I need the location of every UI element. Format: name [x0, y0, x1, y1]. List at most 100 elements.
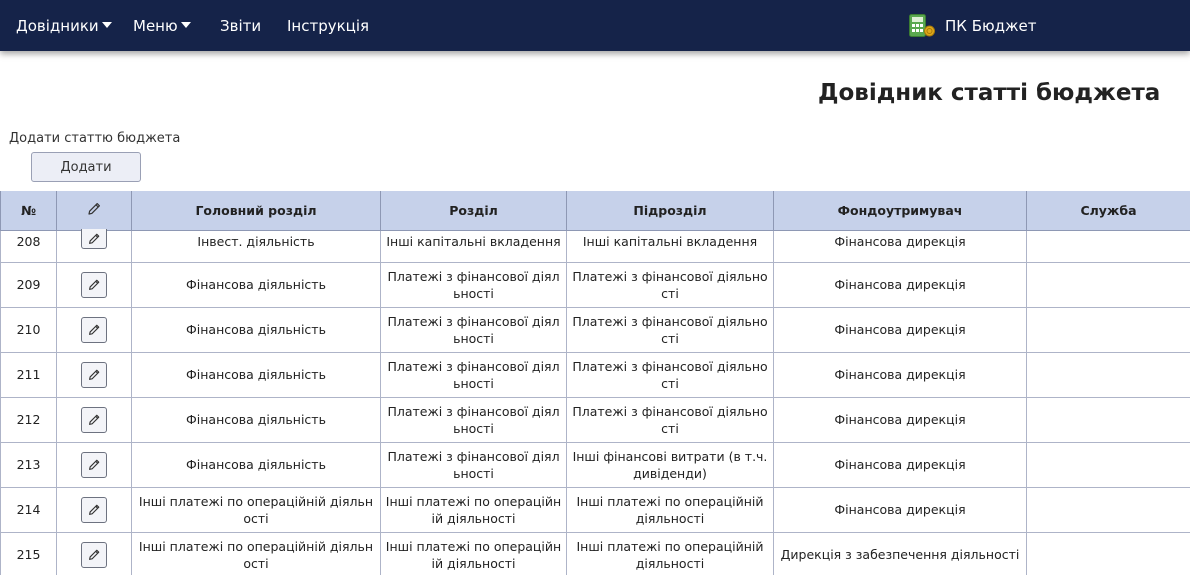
table-header-row: № Головний розділ Розділ Підрозділ Фондо…	[0, 191, 1190, 231]
header-section: Розділ	[380, 191, 567, 231]
edit-button[interactable]	[81, 496, 107, 523]
caret-down-icon	[101, 21, 112, 28]
header-main-section: Головний розділ	[131, 191, 381, 231]
cell-num: 213	[0, 441, 57, 488]
table-row: 213 Фінансова діяльність Платежі з фінансо…	[0, 441, 1190, 488]
cell-subsection: Платежі з фінансової діяльності	[566, 306, 774, 353]
cell-subsection: Платежі з фінансової діяльності	[566, 351, 774, 398]
table-body: 208 Інвест. діяльність Інші капітальні вкл…	[0, 229, 1190, 575]
cell-service	[1026, 396, 1190, 443]
page-title: Довідник статті бюджета	[818, 80, 1161, 106]
cell-section: Інші капітальні вкладення	[380, 229, 567, 263]
cell-main-section: Інвест. діяльність	[131, 229, 381, 263]
cell-fund-holder: Фінансова дирекція	[773, 396, 1027, 443]
cell-num: 209	[0, 261, 57, 308]
cell-section: Платежі з фінансової діяльності	[380, 441, 567, 488]
table-row: 215 Інші платежі по операційній діяльност…	[0, 531, 1190, 575]
pencil-icon	[89, 549, 100, 560]
cell-edit	[56, 396, 132, 443]
brand-name[interactable]: ПК Бюджет	[945, 0, 1036, 53]
pencil-icon	[88, 202, 100, 215]
cell-subsection: Інші платежі по операційній діяльності	[566, 531, 774, 575]
caret-down-icon	[180, 21, 191, 28]
cell-service	[1026, 441, 1190, 488]
nav-zvity-link[interactable]: Звіти	[220, 0, 261, 51]
cell-fund-holder: Фінансова дирекція	[773, 441, 1027, 488]
cell-num: 215	[0, 531, 57, 575]
pencil-icon	[89, 459, 100, 470]
cell-num: 211	[0, 351, 57, 398]
cell-section: Платежі з фінансової діяльності	[380, 306, 567, 353]
pencil-icon	[89, 324, 100, 335]
table-row: 210 Фінансова діяльність Платежі з фінансо…	[0, 306, 1190, 353]
top-navbar: Довідники Меню Звіти Інструкція ПК Бюдже…	[0, 0, 1190, 51]
cell-edit	[56, 261, 132, 308]
cell-fund-holder: Фінансова дирекція	[773, 306, 1027, 353]
pencil-icon	[89, 369, 100, 380]
cell-main-section: Фінансова діяльність	[131, 261, 381, 308]
edit-button[interactable]	[81, 271, 107, 298]
cell-service	[1026, 261, 1190, 308]
table-row: 211 Фінансова діяльність Платежі з фінансо…	[0, 351, 1190, 398]
pencil-icon	[89, 233, 100, 244]
cell-service	[1026, 351, 1190, 398]
table-row: 209 Фінансова діяльність Платежі з фінансо…	[0, 261, 1190, 308]
edit-button[interactable]	[81, 406, 107, 433]
pencil-icon	[89, 414, 100, 425]
pencil-icon	[89, 279, 100, 290]
cell-num: 214	[0, 486, 57, 533]
edit-button[interactable]	[81, 316, 107, 343]
calculator-icon	[909, 14, 935, 37]
cell-num: 212	[0, 396, 57, 443]
edit-button[interactable]	[81, 451, 107, 478]
cell-service	[1026, 486, 1190, 533]
cell-main-section: Фінансова діяльність	[131, 396, 381, 443]
cell-edit	[56, 486, 132, 533]
table-row: 214 Інші платежі по операційній діяльност…	[0, 486, 1190, 533]
nav-dovidnyky-dropdown[interactable]: Довідники	[16, 0, 112, 51]
cell-fund-holder: Фінансова дирекція	[773, 261, 1027, 308]
cell-edit	[56, 531, 132, 575]
table-row: 208 Інвест. діяльність Інші капітальні вкл…	[0, 229, 1190, 263]
pencil-icon	[89, 504, 100, 515]
cell-subsection: Платежі з фінансової діяльності	[566, 396, 774, 443]
cell-edit	[56, 306, 132, 353]
nav-instruktsiia-link[interactable]: Інструкція	[287, 0, 369, 51]
nav-menu-dropdown[interactable]: Меню	[133, 0, 191, 51]
cell-fund-holder: Фінансова дирекція	[773, 351, 1027, 398]
header-fund-holder: Фондоутримувач	[773, 191, 1027, 231]
cell-num: 210	[0, 306, 57, 353]
cell-main-section: Фінансова діяльність	[131, 351, 381, 398]
cell-subsection: Інші фінансові витрати (в т.ч. дивіденди…	[566, 441, 774, 488]
header-service: Служба	[1026, 191, 1190, 231]
cell-section: Платежі з фінансової діяльності	[380, 351, 567, 398]
cell-num: 208	[0, 229, 57, 263]
cell-fund-holder: Фінансова дирекція	[773, 229, 1027, 263]
cell-edit	[56, 441, 132, 488]
header-subsection: Підрозділ	[566, 191, 774, 231]
cell-section: Платежі з фінансової діяльності	[380, 261, 567, 308]
budget-items-table: № Головний розділ Розділ Підрозділ Фондо…	[0, 191, 1190, 575]
add-item-caption: Додати статтю бюджета	[9, 131, 181, 146]
cell-fund-holder: Дирекція з забезпечення діяльності	[773, 531, 1027, 575]
cell-subsection: Платежі з фінансової діяльності	[566, 261, 774, 308]
cell-edit	[56, 229, 132, 263]
nav-dovidnyky-label: Довідники	[16, 17, 99, 35]
cell-fund-holder: Фінансова дирекція	[773, 486, 1027, 533]
budget-items-table-container: № Головний розділ Розділ Підрозділ Фондо…	[0, 191, 1190, 575]
edit-button[interactable]	[81, 361, 107, 388]
add-button[interactable]: Додати	[31, 152, 141, 182]
cell-main-section: Фінансова діяльність	[131, 441, 381, 488]
edit-button[interactable]	[81, 229, 107, 249]
cell-subsection: Інші платежі по операційній діяльності	[566, 486, 774, 533]
cell-service	[1026, 531, 1190, 575]
cell-service	[1026, 229, 1190, 263]
edit-button[interactable]	[81, 541, 107, 568]
cell-section: Платежі з фінансової діяльності	[380, 396, 567, 443]
cell-main-section: Інші платежі по операційній діяльності	[131, 486, 381, 533]
nav-menu-label: Меню	[133, 17, 178, 35]
cell-section: Інші платежі по операційній діяльності	[380, 531, 567, 575]
header-num: №	[0, 191, 57, 231]
cell-edit	[56, 351, 132, 398]
cell-subsection: Інші капітальні вкладення	[566, 229, 774, 263]
